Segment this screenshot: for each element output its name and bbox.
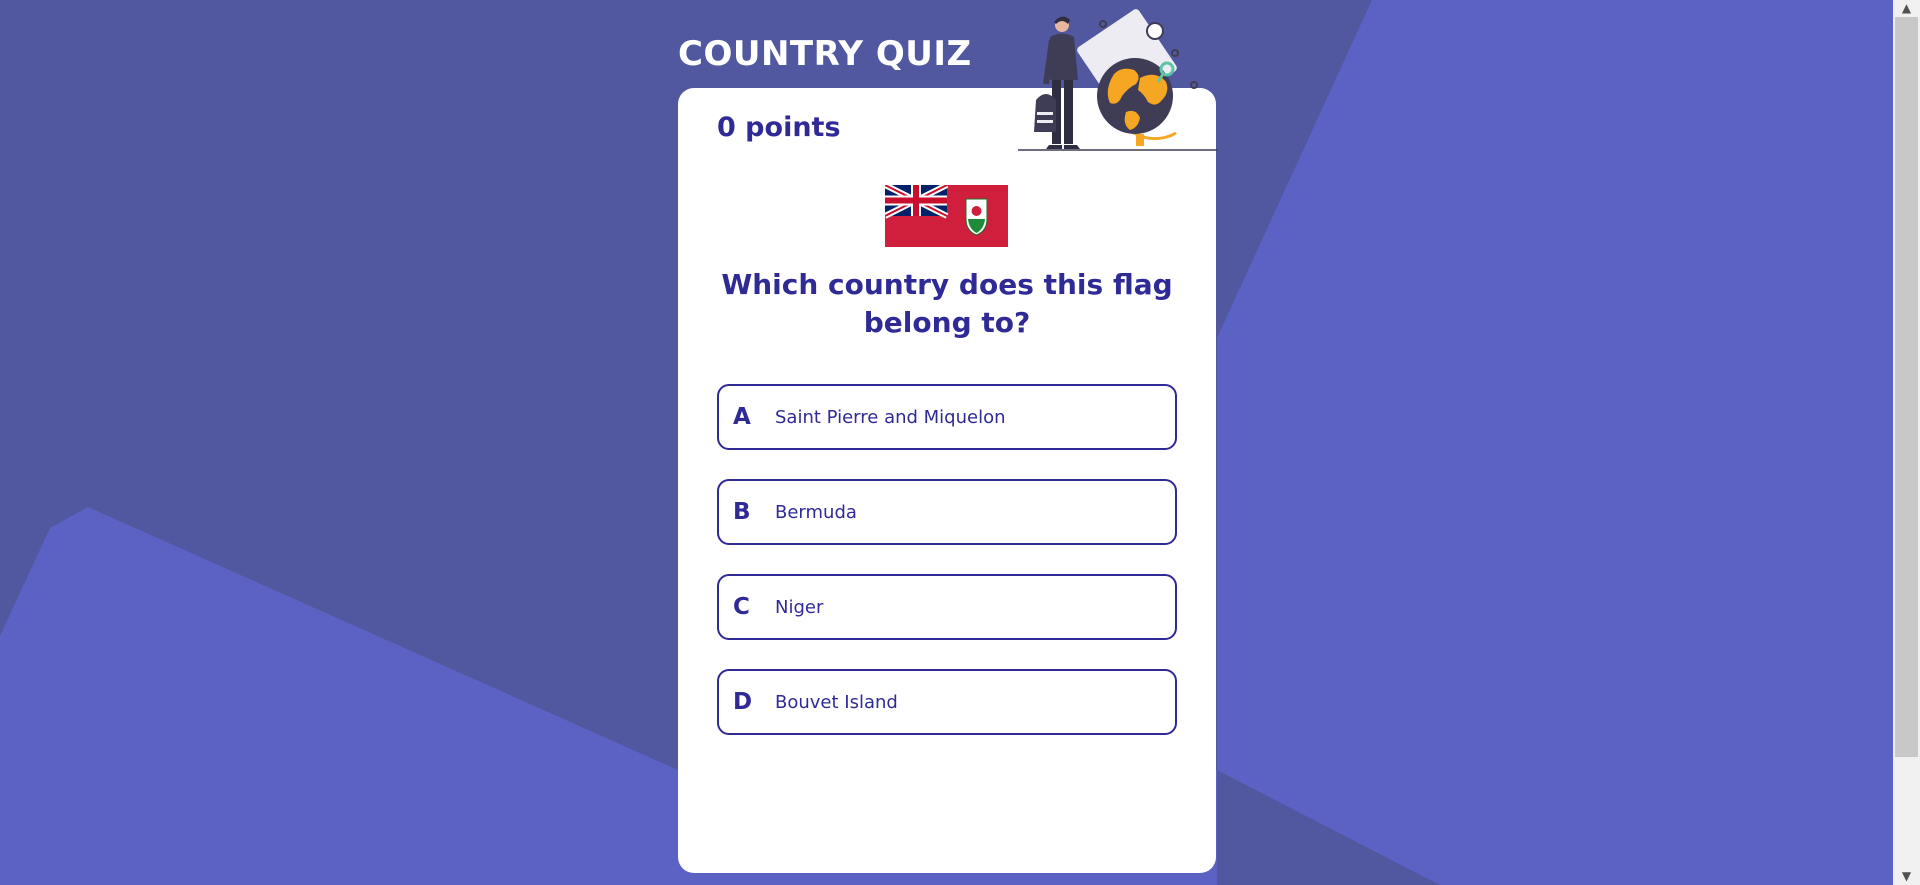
answer-option-b[interactable]: B Bermuda [717,479,1177,545]
quiz-page: COUNTRY QUIZ 0 points Which country does… [0,0,1893,885]
option-text: Niger [775,596,824,618]
answer-option-c[interactable]: C Niger [717,574,1177,640]
quiz-card: 0 points Which country does this flag be… [678,88,1216,873]
vertical-scrollbar[interactable]: ▲ ▼ [1893,0,1920,885]
option-letter: D [733,689,753,715]
option-letter: B [733,499,751,525]
chevron-down-icon[interactable]: ▼ [1893,868,1920,885]
page-title: COUNTRY QUIZ [678,34,972,74]
question-text: Which country does this flag belong to? [721,268,1173,339]
answer-option-d[interactable]: D Bouvet Island [717,669,1177,735]
traveler-with-globe-icon [1018,9,1218,151]
option-text: Saint Pierre and Miquelon [775,406,1006,428]
option-text: Bermuda [775,501,857,523]
answer-option-a[interactable]: A Saint Pierre and Miquelon [717,384,1177,450]
option-text: Bouvet Island [775,691,898,713]
option-letter: A [733,404,751,430]
option-letter: C [733,594,750,620]
chevron-up-icon[interactable]: ▲ [1893,0,1920,17]
scrollbar-thumb[interactable] [1895,17,1918,757]
score-label: 0 points [717,112,841,143]
bermuda-flag-icon [885,185,1008,247]
